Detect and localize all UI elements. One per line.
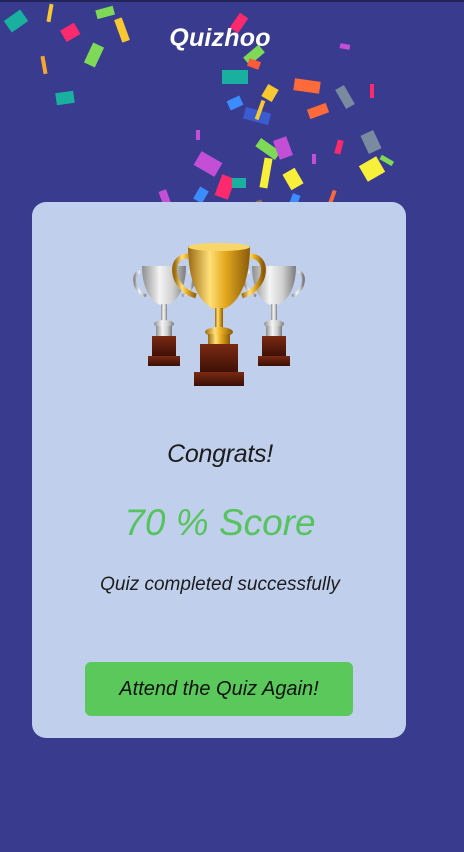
score-text: 70 % Score [124, 502, 316, 543]
completion-message: Quiz completed successfully [100, 574, 340, 595]
congrats-heading: Congrats! [167, 440, 273, 468]
result-card: Congrats! 70 % Score Quiz completed succ… [32, 202, 406, 738]
retry-quiz-button[interactable]: Attend the Quiz Again! [85, 662, 353, 716]
trophy-icon [133, 243, 305, 386]
status-bar-edge [0, 0, 464, 2]
app-title: Quizhoo [169, 24, 271, 52]
